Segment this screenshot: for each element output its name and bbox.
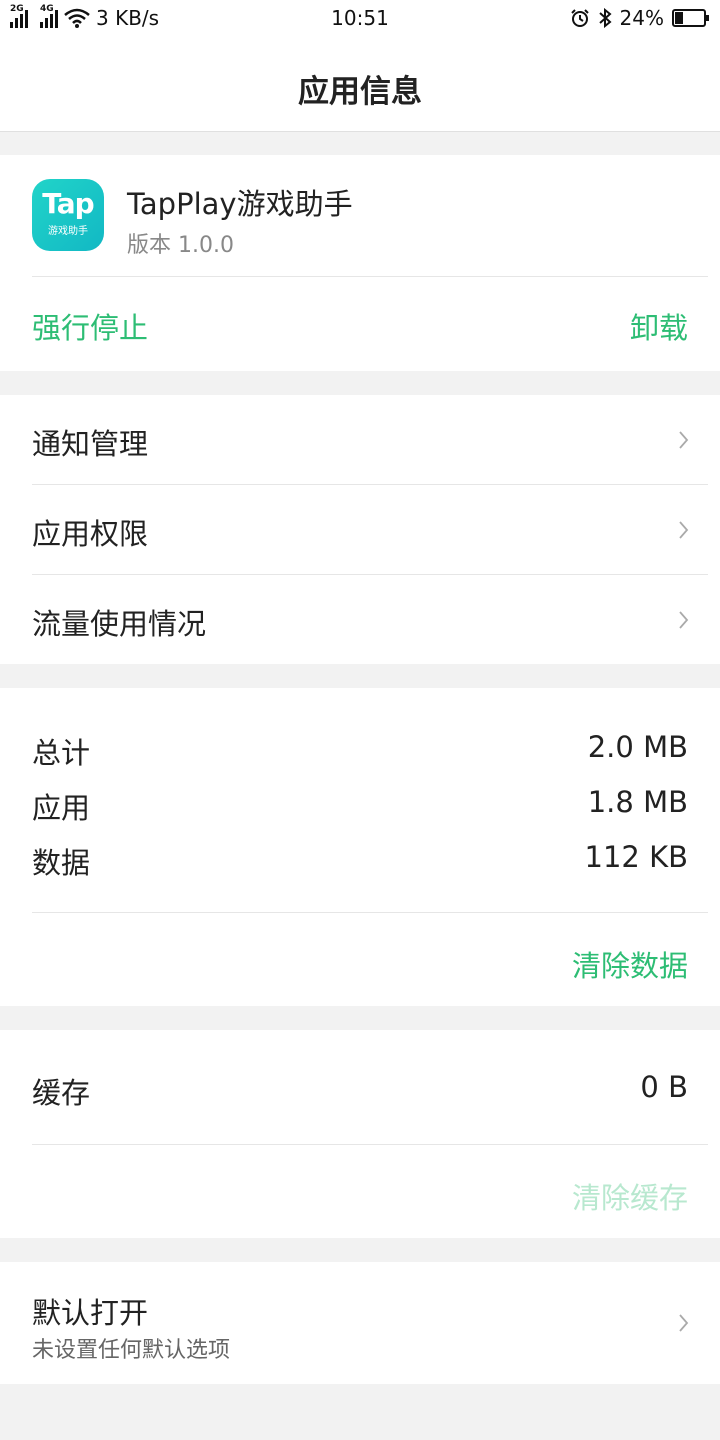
menu-item-label: 应用权限 [32,517,149,551]
menu-item-data-usage[interactable]: 流量使用情况 [0,575,720,665]
status-bar: 2G 4G 3 KB/s 10:51 24% [0,0,720,36]
app-info-screen: 2G 4G 3 KB/s 10:51 24% 应用信息 Tap 游戏助手 Tap… [0,0,720,1440]
app-icon: Tap 游戏助手 [32,179,104,251]
app-card: Tap 游戏助手 TapPlay游戏助手 版本 1.0.0 强行停止 卸载 [0,155,720,371]
battery-icon [672,9,709,27]
storage-app-value: 1.8 MB [587,785,688,819]
default-open-label: 默认打开 [32,1296,149,1330]
storage-total-value: 2.0 MB [587,730,688,764]
header: 应用信息 [0,36,720,132]
chevron-right-icon [679,431,689,449]
clear-cache-button[interactable]: 清除缓存 [572,1175,688,1217]
page-title: 应用信息 [298,74,422,110]
app-icon-subtext: 游戏助手 [48,226,88,237]
storage-data-label: 数据 [32,846,91,880]
storage-data-value: 112 KB [584,840,688,874]
divider [32,912,708,913]
divider [32,276,708,277]
chevron-right-icon [679,1314,689,1332]
alarm-icon [570,9,589,27]
divider [32,1144,708,1145]
cache-card: 缓存 0 B 清除缓存 [0,1030,720,1238]
storage-total-label: 总计 [32,736,91,770]
menu-card: 通知管理 应用权限 流量使用情况 [0,395,720,664]
clear-data-button[interactable]: 清除数据 [572,943,688,985]
app-icon-text: Tap [42,187,94,220]
chevron-right-icon [679,611,689,629]
bluetooth-icon [598,8,612,28]
cache-label: 缓存 [32,1076,91,1110]
menu-item-label: 流量使用情况 [32,607,207,641]
status-right: 24% [570,6,710,30]
app-version: 版本 1.0.0 [127,233,234,258]
cache-value: 0 B [640,1070,688,1104]
force-stop-button[interactable]: 强行停止 [32,305,148,347]
battery-percent: 24% [619,6,664,30]
app-name: TapPlay游戏助手 [127,187,353,221]
default-open-row[interactable]: 默认打开 未设置任何默认选项 [0,1262,720,1384]
storage-card: 总计 2.0 MB 应用 1.8 MB 数据 112 KB 清除数据 [0,688,720,1006]
menu-item-notifications[interactable]: 通知管理 [0,395,720,485]
chevron-right-icon [679,521,689,539]
default-open-subtitle: 未设置任何默认选项 [32,1338,231,1363]
uninstall-button[interactable]: 卸载 [630,305,688,347]
storage-app-label: 应用 [32,791,91,825]
menu-item-permissions[interactable]: 应用权限 [0,485,720,575]
menu-item-label: 通知管理 [32,427,149,461]
